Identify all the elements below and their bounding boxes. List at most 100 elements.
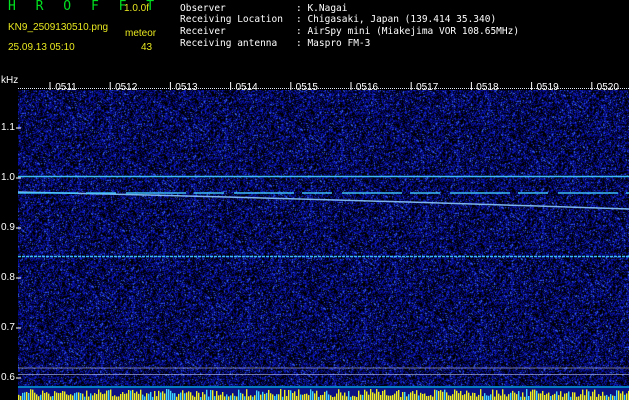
meteor-marker (310, 389, 312, 400)
meteor-marker (586, 389, 588, 400)
time-label: 0515 (296, 82, 319, 93)
meteor-marker (284, 389, 286, 400)
meteor-marker (610, 394, 612, 400)
meteor-marker (136, 391, 138, 400)
meteor-marker (22, 392, 24, 400)
meteor-marker (196, 391, 198, 400)
meteor-marker (542, 390, 544, 400)
meteor-marker (486, 395, 488, 400)
meteor-marker (290, 390, 292, 400)
meteor-marker (86, 390, 88, 400)
meteor-marker (444, 389, 446, 400)
meteor-marker (500, 395, 502, 400)
meteor-marker (480, 389, 482, 400)
meteor-marker (472, 392, 474, 400)
time-label: 0519 (536, 82, 559, 93)
meteor-marker (60, 392, 62, 400)
meteor-marker (154, 390, 156, 400)
time-label: 0516 (356, 82, 379, 93)
meteor-marker (352, 395, 354, 400)
meteor-marker (384, 389, 386, 400)
meteor-marker (340, 392, 342, 400)
meteor-marker (428, 395, 430, 400)
meteor-marker (248, 396, 250, 400)
meteor-marker (438, 391, 440, 400)
meteor-marker (592, 391, 594, 400)
meteor-marker (112, 396, 114, 400)
meteor-marker (342, 395, 344, 400)
meteor-marker (228, 396, 230, 400)
meteor-marker (466, 390, 468, 400)
meteor-marker (374, 393, 376, 400)
meteor-marker (538, 393, 540, 400)
meteor-marker (96, 394, 98, 400)
meteor-marker (338, 389, 340, 400)
meteor-marker (558, 395, 560, 400)
meteor-marker (288, 389, 290, 400)
meteor-marker (212, 390, 214, 400)
meteor-marker (256, 390, 258, 400)
meteor-marker (240, 392, 242, 400)
meteor-marker (442, 391, 444, 400)
meteor-marker (292, 392, 294, 400)
meteor-marker (474, 393, 476, 400)
meteor-marker (296, 395, 298, 400)
meteor-marker (320, 395, 322, 400)
meteor-marker (460, 390, 462, 400)
meteor-marker (132, 389, 134, 400)
meteor-marker (402, 391, 404, 400)
meteor-marker (260, 394, 262, 400)
meteor-marker (42, 390, 44, 400)
meteor-marker (88, 396, 90, 400)
meteor-marker (118, 396, 120, 400)
meteor-marker (546, 393, 548, 400)
meteor-marker (390, 395, 392, 400)
meteor-marker (62, 390, 64, 400)
meteor-marker (544, 395, 546, 400)
meteor-marker (302, 394, 304, 400)
meteor-marker (276, 394, 278, 400)
meteor-marker (308, 395, 310, 400)
meteor-marker (120, 394, 122, 400)
meteor-marker (450, 395, 452, 400)
meteor-marker (264, 393, 266, 400)
meteor-marker (420, 392, 422, 400)
meteor-marker (166, 389, 168, 400)
meteor-marker (68, 395, 70, 400)
meteor-marker (316, 390, 318, 400)
meteor-marker (564, 393, 566, 400)
meteor-marker (164, 393, 166, 400)
meteor-marker (208, 396, 210, 400)
meteor-marker (370, 389, 372, 400)
meteor-marker (468, 392, 470, 400)
meteor-marker (198, 392, 200, 400)
meteor-marker (446, 392, 448, 400)
meteor-marker (34, 392, 36, 400)
meteor-marker (452, 394, 454, 400)
meteor-marker (300, 394, 302, 400)
meteor-marker (206, 389, 208, 400)
meteor-marker (378, 391, 380, 400)
meteor-marker (266, 392, 268, 400)
meteor-marker (582, 389, 584, 400)
meteor-marker (556, 391, 558, 400)
meteor-marker (172, 393, 174, 400)
meteor-marker (124, 393, 126, 400)
meteor-marker (134, 393, 136, 400)
meteor-marker (394, 393, 396, 400)
meteor-marker (328, 394, 330, 400)
meteor-marker (518, 391, 520, 400)
meteor-marker (326, 390, 328, 400)
meteor-marker (322, 394, 324, 400)
meteor-marker (222, 391, 224, 400)
meteor-marker (230, 395, 232, 400)
meteor-marker (324, 391, 326, 400)
meteor-marker (104, 393, 106, 400)
meteor-marker (244, 396, 246, 400)
meteor-marker (488, 395, 490, 400)
meteor-marker (190, 392, 192, 400)
meteor-marker (380, 394, 382, 400)
meteor-marker (306, 393, 308, 400)
meteor-marker (528, 396, 530, 400)
meteor-marker (360, 394, 362, 400)
